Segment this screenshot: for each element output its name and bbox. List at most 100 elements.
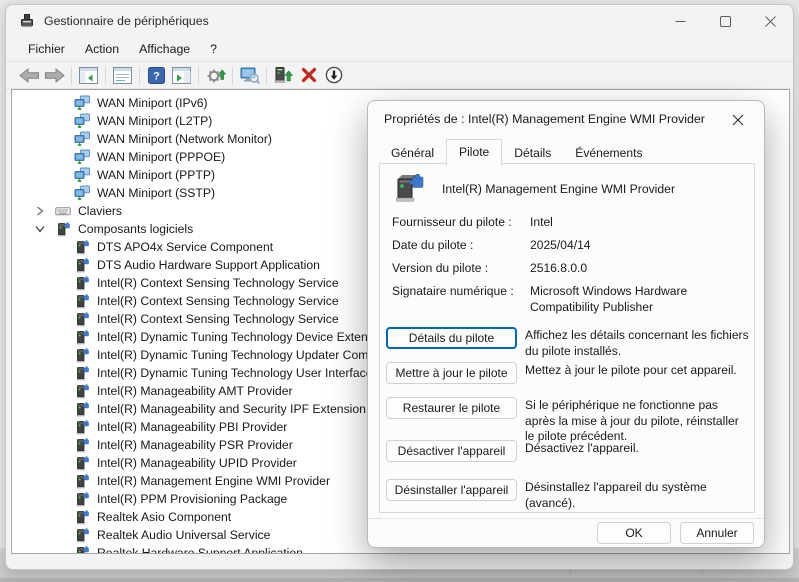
chevron-right-icon[interactable]: [32, 203, 48, 219]
menu-item-fichier[interactable]: Fichier: [18, 39, 75, 59]
driver-info-label: Version du pilote :: [392, 261, 530, 277]
uninstall-device-button[interactable]: Désinstaller l'appareil: [386, 479, 517, 501]
keyboard-icon: [55, 203, 71, 219]
software-icon: [74, 365, 90, 381]
software-icon: [74, 527, 90, 543]
dialog-close-button[interactable]: [722, 108, 754, 132]
tree-item-label: Intel(R) Context Sensing Technology Serv…: [97, 274, 339, 292]
maximize-icon: [720, 16, 731, 27]
uninstall-button[interactable]: [296, 64, 321, 87]
software-component-large-icon: [390, 170, 428, 208]
window-title: Gestionnaire de périphériques: [44, 14, 209, 28]
software-icon: [74, 419, 90, 435]
menu-item-affichage[interactable]: Affichage: [129, 39, 200, 59]
titlebar: Gestionnaire de périphériques: [6, 5, 793, 37]
tree-item-label: Intel(R) Manageability PSR Provider: [97, 436, 293, 454]
tree-item-label: Claviers: [78, 202, 122, 220]
rollback-driver-description: Si le périphérique ne fonctionne pas apr…: [525, 398, 751, 445]
back-arrow-icon: [19, 67, 40, 84]
menu-item-aide[interactable]: ?: [200, 39, 227, 59]
tab-general[interactable]: Général: [379, 142, 446, 165]
dialog-title: Propriétés de : Intel(R) Management Engi…: [384, 112, 705, 126]
scan-hardware-button[interactable]: [203, 64, 228, 87]
dialog-footer: OK Annuler: [368, 518, 764, 547]
software-icon: [74, 473, 90, 489]
minimize-button[interactable]: [658, 5, 703, 37]
tree-item-label: DTS APO4x Service Component: [97, 238, 273, 256]
chevron-down-icon[interactable]: [32, 221, 48, 237]
help-button[interactable]: ?: [144, 64, 169, 87]
software-icon: [74, 293, 90, 309]
console-tree-icon: [79, 67, 98, 84]
cancel-button[interactable]: Annuler: [680, 522, 754, 544]
tree-item-label: WAN Miniport (L2TP): [97, 112, 212, 130]
disable-device-button[interactable]: Désactiver l'appareil: [386, 440, 517, 462]
update-driver-button[interactable]: Mettre à jour le pilote: [386, 362, 517, 384]
action-pane-button[interactable]: [169, 64, 194, 87]
driver-details-button[interactable]: Détails du pilote: [386, 327, 517, 349]
tab-page-pilote: Intel(R) Management Engine WMI Provider …: [379, 163, 755, 513]
network-icon: [74, 131, 90, 147]
driver-info-value: 2516.8.0.0: [530, 261, 748, 277]
software-icon: [74, 437, 90, 453]
toolbar-separator: [139, 67, 140, 84]
ok-button[interactable]: OK: [597, 522, 671, 544]
disable-device-description: Désactivez l'appareil.: [525, 441, 751, 457]
tree-item-label: Intel(R) Manageability and Security IPF …: [97, 400, 382, 418]
uninstall-device-description: Désinstallez l'appareil du système (avan…: [525, 480, 751, 511]
minimize-icon: [675, 16, 686, 27]
tree-item-label: WAN Miniport (Network Monitor): [97, 130, 272, 148]
software-icon: [74, 383, 90, 399]
software-icon: [74, 545, 90, 554]
close-icon: [765, 16, 776, 27]
uninstall-icon: [301, 67, 317, 83]
software-icon: [74, 239, 90, 255]
dialog-titlebar: Propriétés de : Intel(R) Management Engi…: [368, 101, 764, 137]
menu-bar: FichierActionAffichage?: [6, 37, 793, 62]
rollback-driver-button[interactable]: Restaurer le pilote: [386, 397, 517, 419]
software-icon: [74, 329, 90, 345]
update-driver-icon: [274, 66, 293, 84]
tree-item-label: Intel(R) Dynamic Tuning Technology Devic…: [97, 328, 377, 346]
tree-item-label: Intel(R) Management Engine WMI Provider: [97, 472, 330, 490]
tree-item-label: Realtek Asio Component: [97, 508, 231, 526]
tree-item-label: DTS Audio Hardware Support Application: [97, 256, 320, 274]
menu-item-action[interactable]: Action: [75, 39, 129, 59]
tree-item-label: WAN Miniport (SSTP): [97, 184, 215, 202]
close-button[interactable]: [748, 5, 793, 37]
properties-icon: [113, 67, 132, 84]
driver-info-value: 2025/04/14: [530, 238, 748, 254]
tree-item-label: WAN Miniport (PPTP): [97, 166, 215, 184]
driver-info-row: Date du pilote :2025/04/14: [392, 238, 748, 254]
tree-item-label: WAN Miniport (IPv6): [97, 94, 208, 112]
tree-item-label: Intel(R) Context Sensing Technology Serv…: [97, 310, 339, 328]
tree-item-label: Intel(R) Manageability AMT Provider: [97, 382, 293, 400]
driver-info-label: Signataire numérique :: [392, 284, 530, 315]
disable-device-button[interactable]: [321, 64, 346, 87]
tree-item-label: Intel(R) Dynamic Tuning Technology Updat…: [97, 346, 375, 364]
forward-arrow-button[interactable]: [42, 64, 67, 87]
software-icon: [74, 311, 90, 327]
tree-item-label: Realtek Hardware Support Application: [97, 544, 303, 554]
tree-item-label: Intel(R) Context Sensing Technology Serv…: [97, 292, 339, 310]
properties-button[interactable]: [110, 64, 135, 87]
driver-info-value: Microsoft Windows Hardware Compatibility…: [530, 284, 748, 315]
software-icon: [74, 401, 90, 417]
update-driver-button[interactable]: [271, 64, 296, 87]
maximize-button[interactable]: [703, 5, 748, 37]
tab-evenements[interactable]: Événements: [563, 142, 654, 165]
software-icon: [74, 275, 90, 291]
tree-item-label: Composants logiciels: [78, 220, 193, 238]
tree-item-label: Intel(R) Manageability UPID Provider: [97, 454, 297, 472]
tab-pilote[interactable]: Pilote: [446, 139, 502, 166]
window-controls: [658, 5, 793, 37]
console-tree-button[interactable]: [76, 64, 101, 87]
network-icon: [74, 113, 90, 129]
dialog-close-icon: [732, 114, 744, 126]
update-driver-description: Mettez à jour le pilote pour cet apparei…: [525, 363, 751, 379]
computer-search-button[interactable]: [237, 64, 262, 87]
computer-search-icon: [240, 67, 260, 84]
back-arrow-button[interactable]: [17, 64, 42, 87]
tab-details[interactable]: Détails: [502, 142, 563, 165]
driver-info-value: Intel: [530, 215, 748, 231]
